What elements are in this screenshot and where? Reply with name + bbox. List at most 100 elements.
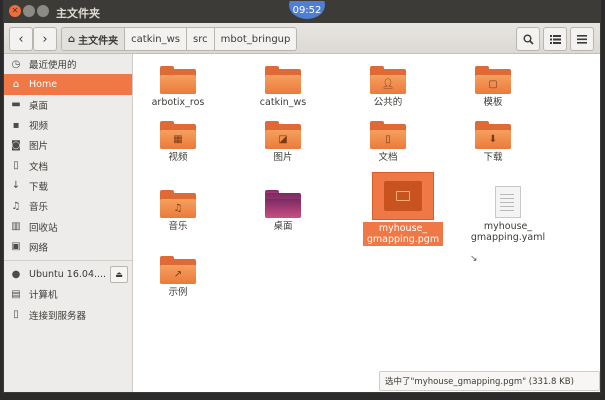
file-name: 示例 <box>168 287 188 298</box>
sidebar-item-ubuntu-disk[interactable]: ● Ubuntu 16.04.... ⏏ <box>4 264 132 284</box>
file-name: myhouse_ gmapping.yaml <box>460 221 556 243</box>
eject-button[interactable]: ⏏ <box>110 265 128 283</box>
trash-icon: ▥ <box>11 221 21 233</box>
file-name: 视频 <box>168 152 188 163</box>
file-item[interactable]: ♫ 音乐 <box>130 190 226 232</box>
computer-icon: ▤ <box>11 288 21 300</box>
maximize-window-button[interactable] <box>37 5 49 17</box>
sidebar-item-videos[interactable]: ▪ 视频 <box>4 115 132 135</box>
file-name: 公共的 <box>373 97 403 108</box>
camera-icon: ◙ <box>11 139 21 151</box>
image-file-icon <box>384 181 422 211</box>
sidebar-item-connect-server[interactable]: ▯ 连接到服务器 <box>4 305 132 325</box>
file-item[interactable]: ▦ 视频 <box>130 121 226 163</box>
file-name: 音乐 <box>168 221 188 232</box>
file-name-line: myhouse_ <box>378 223 428 234</box>
file-name: 下载 <box>483 152 503 163</box>
toolbar: ‹ › ⌂ 主文件夹 catkin_ws src mbot_bringup <box>4 23 600 54</box>
sidebar-divider <box>4 259 132 261</box>
folder-icon: ▬ <box>11 99 21 111</box>
sidebar-item-home[interactable]: ⌂ Home <box>4 74 132 95</box>
file-item[interactable]: catkin_ws <box>235 66 331 108</box>
minimize-window-button[interactable] <box>23 5 35 17</box>
mouse-cursor-icon: ↘ <box>470 254 478 264</box>
document-icon: ▯ <box>385 133 391 145</box>
file-item[interactable]: ▢ 模板 <box>445 66 541 108</box>
sidebar-item-label: 最近使用的 <box>29 60 77 72</box>
sidebar-item-desktop[interactable]: ▬ 桌面 <box>4 95 132 115</box>
menu-button[interactable] <box>570 27 594 51</box>
title-bar: ✕ 主文件夹 09:52 <box>4 1 600 23</box>
file-item[interactable]: myhouse_ gmapping.yaml <box>460 186 556 243</box>
clock: 09:52 <box>289 1 325 19</box>
sidebar-item-pictures[interactable]: ◙ 图片 <box>4 135 132 155</box>
download-icon: ⬇ <box>488 133 498 145</box>
list-view-button[interactable] <box>543 27 567 51</box>
document-icon: ▯ <box>13 160 19 172</box>
file-item[interactable]: ⬇ 下载 <box>445 121 541 163</box>
close-window-button[interactable]: ✕ <box>9 5 21 17</box>
sidebar-item-trash[interactable]: ▥ 回收站 <box>4 216 132 236</box>
sidebar: ◷ 最近使用的 ⌂ Home ▬ 桌面 ▪ 视频 ◙ 图片 ▯ 文档 ↓ 下载 … <box>4 54 133 392</box>
disk-icon: ● <box>11 268 21 280</box>
breadcrumb-home[interactable]: ⌂ 主文件夹 <box>61 27 126 51</box>
desktop-folder-icon <box>265 190 301 218</box>
sidebar-item-network[interactable]: ▣ 网络 <box>4 237 132 257</box>
folder-icon: ⬇ <box>475 121 511 149</box>
sidebar-item-recent[interactable]: ◷ 最近使用的 <box>4 54 132 74</box>
breadcrumb-label: 主文件夹 <box>78 35 119 47</box>
search-button[interactable] <box>516 27 540 51</box>
folder-icon: ▢ <box>475 66 511 94</box>
home-icon: ⌂ <box>68 33 76 45</box>
breadcrumb-mbot-bringup[interactable]: mbot_bringup <box>214 27 298 51</box>
sidebar-item-label: Ubuntu 16.04.... <box>29 268 107 280</box>
network-icon: ▣ <box>11 241 21 253</box>
film-icon: ▦ <box>173 133 183 145</box>
sidebar-item-label: 音乐 <box>29 202 49 214</box>
sidebar-item-music[interactable]: ♫ 音乐 <box>4 196 132 216</box>
sidebar-item-downloads[interactable]: ↓ 下载 <box>4 176 132 196</box>
breadcrumb-catkin-ws[interactable]: catkin_ws <box>125 27 188 51</box>
sidebar-item-label: 计算机 <box>29 290 58 302</box>
file-item[interactable]: ↗ 示例 <box>130 256 226 298</box>
text-file-icon <box>495 186 521 218</box>
file-name: 模板 <box>483 97 503 108</box>
sidebar-item-documents[interactable]: ▯ 文档 <box>4 155 132 175</box>
music-icon: ♫ <box>173 202 183 214</box>
folder-icon: ◪ <box>265 121 301 149</box>
file-name: 图片 <box>273 152 293 163</box>
file-name: 文档 <box>378 152 398 163</box>
back-button[interactable]: ‹ <box>9 27 33 51</box>
toolbar-right <box>516 27 594 51</box>
video-icon: ▪ <box>12 119 20 131</box>
file-manager-window: ✕ 主文件夹 09:52 ‹ › ⌂ 主文件夹 catkin_ws src mb… <box>3 0 601 393</box>
picture-icon: ◪ <box>278 133 288 145</box>
sidebar-item-label: 桌面 <box>29 100 49 112</box>
chevron-right-icon: › <box>42 31 48 47</box>
forward-button[interactable]: › <box>33 27 57 51</box>
file-name-line: gmapping.yaml <box>470 232 546 243</box>
file-item[interactable]: ◪ 图片 <box>235 121 331 163</box>
sidebar-item-label: 网络 <box>29 242 49 254</box>
file-name: arbotix_ros <box>151 97 205 108</box>
eject-icon: ⏏ <box>115 269 123 279</box>
file-name-line: myhouse_ <box>483 221 533 232</box>
sidebar-item-label: 下载 <box>29 181 49 193</box>
file-item[interactable]: ▯ 文档 <box>340 121 436 163</box>
sidebar-item-label: 文档 <box>29 161 49 173</box>
home-icon: ⌂ <box>12 78 20 90</box>
file-item-selected[interactable]: myhouse_ gmapping.pgm <box>355 172 451 246</box>
file-name: catkin_ws <box>259 97 307 108</box>
menu-icon <box>577 35 587 44</box>
download-icon: ↓ <box>11 180 21 192</box>
list-view-icon <box>549 35 561 44</box>
sidebar-item-computer[interactable]: ▤ 计算机 <box>4 284 132 304</box>
file-item[interactable]: 👤︎ 公共的 <box>340 66 436 108</box>
window-title: 主文件夹 <box>56 7 100 20</box>
file-item[interactable]: 桌面 <box>235 190 331 232</box>
sidebar-item-label: 回收站 <box>29 222 58 234</box>
file-grid: arbotix_ros catkin_ws 👤︎ 公共的 ▢ 模板 ▦ 视频 ◪… <box>133 54 600 392</box>
chevron-left-icon: ‹ <box>18 31 24 47</box>
file-item[interactable]: arbotix_ros <box>130 66 226 108</box>
breadcrumb-src[interactable]: src <box>187 27 215 51</box>
